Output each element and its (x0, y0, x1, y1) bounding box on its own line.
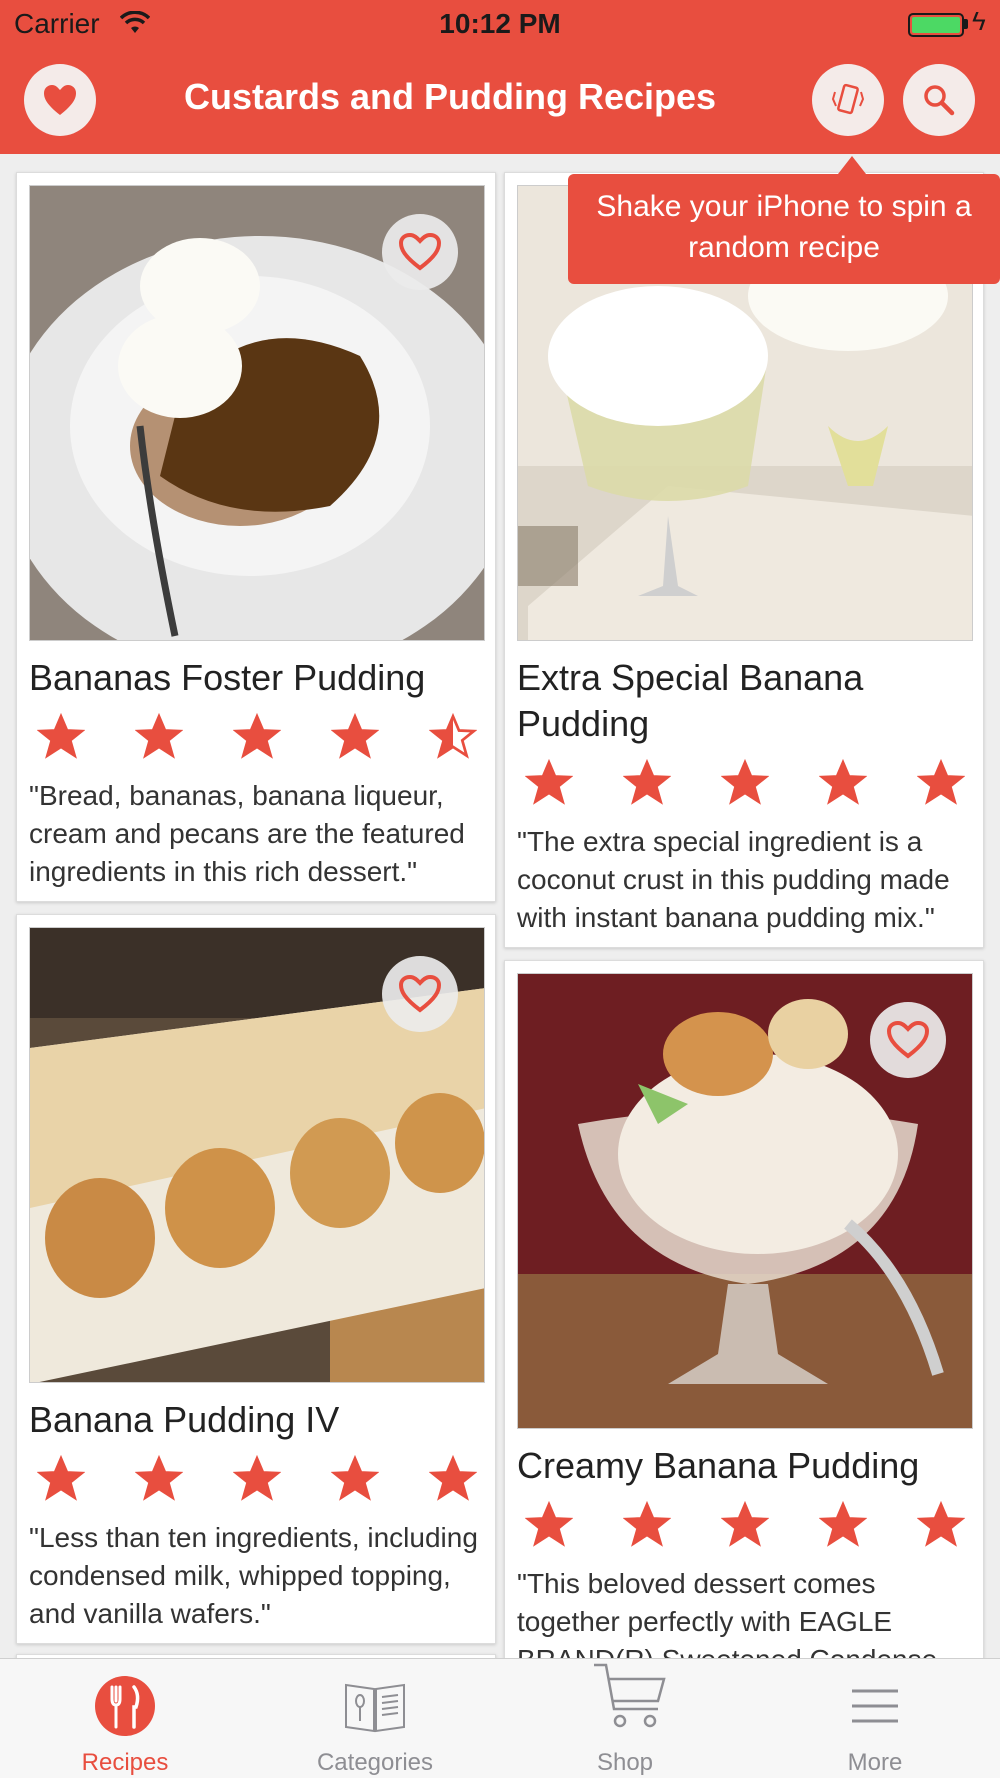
status-bar: Carrier 10:12 PM ϟ (0, 0, 1000, 50)
tab-label: Shop (596, 1749, 654, 1776)
favorite-toggle[interactable] (382, 214, 458, 290)
tab-label: Categories (316, 1749, 434, 1776)
recipe-description: "Bread, bananas, banana liqueur, cream a… (29, 780, 465, 887)
recipe-card[interactable]: Bananas Foster Pudding "Bread, bananas, … (16, 172, 496, 902)
status-time: 10:12 PM (439, 8, 561, 39)
recipe-card[interactable]: Banana Pudding IV "Less than ten ingredi… (16, 914, 496, 1644)
charging-icon: ϟ (972, 6, 986, 36)
tab-recipes[interactable]: Recipes (0, 1659, 250, 1778)
recipe-photo[interactable] (29, 185, 485, 641)
book-icon (340, 1671, 410, 1741)
recipe-card[interactable]: Extra Special Banana Pudding "The extra … (504, 172, 984, 948)
star-icon (233, 1455, 281, 1501)
tab-label: Recipes (81, 1749, 169, 1776)
navigation-bar: Carrier 10:12 PM ϟ Custards and Pudding … (0, 0, 1000, 154)
favorite-toggle[interactable] (870, 1002, 946, 1078)
star-icon (233, 713, 281, 759)
star-icon (37, 1455, 85, 1501)
tab-bar: Recipes Categories Shop More (0, 1658, 1000, 1778)
star-icon (721, 1501, 769, 1547)
recipe-title[interactable]: Creamy Banana Pudding (517, 1443, 973, 1489)
recipe-photo[interactable] (517, 973, 973, 1429)
shake-phone-icon (831, 83, 865, 115)
tab-shop[interactable]: Shop (500, 1659, 750, 1778)
tooltip-arrow (838, 156, 866, 174)
star-icon (429, 713, 477, 759)
tab-label: More (847, 1749, 903, 1776)
star-icon (135, 713, 183, 759)
star-icon (917, 1501, 965, 1547)
star-icon (623, 759, 671, 805)
rating-stars (29, 1455, 485, 1505)
battery-tip (964, 19, 968, 29)
rating-stars (29, 713, 485, 763)
cart-icon (590, 1659, 666, 1729)
star-icon (721, 759, 769, 805)
recipe-title[interactable]: Banana Pudding IV (29, 1397, 485, 1443)
recipe-description: "Less than ten ingredients, including co… (29, 1522, 478, 1629)
heart-outline-icon (398, 974, 442, 1013)
fork-knife-icon (90, 1671, 160, 1741)
rating-stars (517, 1501, 973, 1551)
menu-icon (840, 1671, 910, 1741)
search-icon (924, 85, 955, 116)
star-icon (331, 1455, 379, 1501)
star-icon (525, 759, 573, 805)
page-title: Custards and Pudding Recipes (183, 76, 717, 117)
star-icon (331, 713, 379, 759)
heart-outline-icon (398, 232, 442, 271)
star-icon (917, 759, 965, 805)
tab-categories[interactable]: Categories (250, 1659, 500, 1778)
recipe-photo[interactable] (29, 927, 485, 1383)
heart-outline-icon (886, 1020, 930, 1059)
recipe-title[interactable]: Bananas Foster Pudding (29, 655, 485, 701)
shake-tooltip[interactable]: Shake your iPhone to spin a random recip… (568, 174, 1000, 284)
recipe-title[interactable]: Extra Special Banana Pudding (517, 655, 973, 747)
recipe-description: "The extra special ingredient is a cocon… (517, 826, 950, 933)
star-icon (135, 1455, 183, 1501)
star-icon (819, 759, 867, 805)
shake-random-button[interactable] (812, 64, 884, 136)
battery-icon (908, 13, 964, 37)
star-icon (819, 1501, 867, 1547)
star-icon (525, 1501, 573, 1547)
rating-stars (517, 759, 973, 809)
tab-more[interactable]: More (750, 1659, 1000, 1778)
star-icon (429, 1455, 477, 1501)
search-button[interactable] (903, 64, 975, 136)
star-icon (37, 713, 85, 759)
recipe-card[interactable]: Creamy Banana Pudding "This beloved dess… (504, 960, 984, 1690)
heart-icon (44, 85, 76, 115)
favorites-button[interactable] (24, 64, 96, 136)
star-icon (623, 1501, 671, 1547)
favorite-toggle[interactable] (382, 956, 458, 1032)
